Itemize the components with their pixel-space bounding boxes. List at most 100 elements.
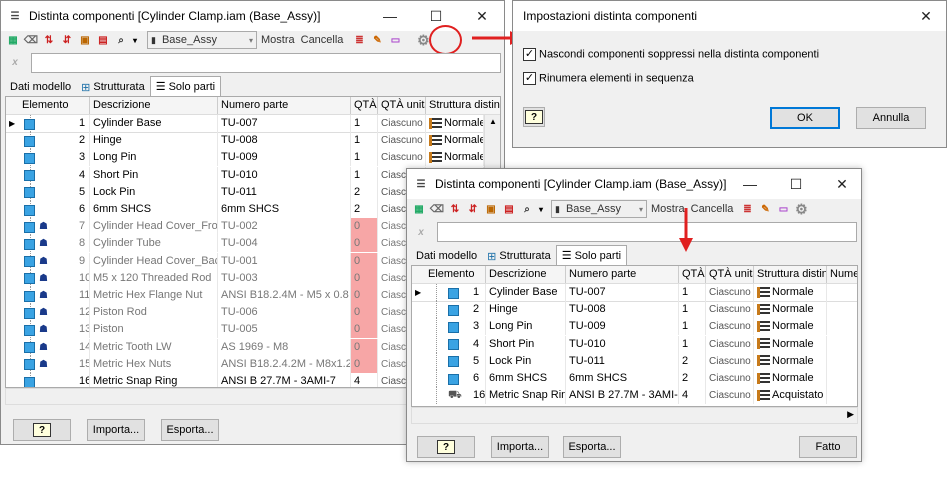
override-icon[interactable]: ✎ (757, 201, 773, 217)
tab-parts-only[interactable]: ☰ Solo parti (149, 76, 222, 96)
help-button[interactable]: ? (13, 419, 71, 441)
table-row[interactable]: 2 Hinge TU-008 1 Ciascuno Normale (412, 301, 857, 319)
purchased-structure-icon (757, 389, 770, 401)
dialog-close-button[interactable]: ✕ (903, 1, 946, 31)
option-renumber[interactable]: ✓ Rinumera elementi in sequenza (523, 72, 694, 85)
unit-qty-cell: Ciascuno (378, 149, 426, 167)
col-header-part-number[interactable]: Numero parte (566, 266, 679, 284)
part-icon (24, 204, 35, 216)
col-header-qty[interactable]: QTÀ (351, 97, 378, 115)
export-icon[interactable]: ▤ (501, 201, 517, 217)
find-icon[interactable]: ⌕ (519, 201, 535, 217)
col-header-number[interactable]: Numero (827, 266, 857, 284)
help-icon: ? (437, 440, 455, 454)
scrollbar-horizontal[interactable]: ▶ (411, 407, 858, 424)
eraser-icon[interactable]: ⌫ (429, 201, 445, 217)
close-button[interactable]: ✕ (819, 169, 861, 199)
close-button[interactable]: ✕ (459, 1, 504, 31)
col-header-description[interactable]: Descrizione (90, 97, 218, 115)
cube-icon (24, 273, 35, 285)
col-header-unit-qty[interactable]: QTÀ unità (706, 266, 754, 284)
cube-icon (24, 187, 35, 199)
bom-struct-icon[interactable]: ≣ (351, 32, 367, 48)
export-button[interactable]: Esporta... (161, 419, 219, 441)
table-row[interactable]: 66mm SHCS6mm SHCS2CiascunoNormale (412, 370, 857, 387)
col-header-qty[interactable]: QTÀ (679, 266, 706, 284)
col-header-description[interactable]: Descrizione (486, 266, 566, 284)
import-button[interactable]: Importa... (491, 436, 549, 458)
tab-model-data[interactable]: Dati modello (411, 247, 482, 265)
combo-value: Base_Assy (161, 34, 217, 46)
sort-asc-icon[interactable]: ⇅ (41, 32, 57, 48)
table-row[interactable]: ▶ 1 Cylinder Base TU-007 1 Ciascuno Normale (6, 114, 500, 133)
chevron-down-icon[interactable]: ▾ (131, 32, 139, 48)
tab-structured[interactable]: ⊞ Strutturata (76, 78, 150, 96)
formula-bar[interactable] (31, 53, 501, 73)
col-header-unit-qty[interactable]: QTÀ unità (378, 97, 426, 115)
renumber-icon[interactable]: ▣ (77, 32, 93, 48)
tab-structured[interactable]: ⊞ Strutturata (482, 247, 556, 265)
settings-icon[interactable]: ⚙ (793, 201, 809, 217)
table-row[interactable]: 3 Long Pin TU-009 1 Ciascuno Normale (412, 318, 857, 336)
export-icon[interactable]: ▤ (95, 32, 111, 48)
col-header-bom-structure[interactable]: Struttura distinta (426, 97, 500, 115)
col-header-item[interactable]: Elemento (412, 266, 486, 284)
renumber-icon[interactable]: ▣ (483, 201, 499, 217)
cancel-button[interactable]: Cancella (299, 34, 346, 46)
table-row[interactable]: ⛟ 16 Metric Snap Ring ANSI B 27.7M - 3AMI-7… (412, 387, 857, 405)
table-row[interactable]: 4Short PinTU-0101Ciascuno Normale (412, 335, 857, 353)
view-rep-combo[interactable]: ▮ Base_Assy ▾ (147, 31, 257, 49)
checkbox-hide-suppressed[interactable]: ✓ (523, 48, 536, 61)
table-icon[interactable]: ▦ (5, 32, 21, 48)
done-button[interactable]: Fatto (799, 436, 857, 458)
qty-cell: 0 (351, 287, 378, 304)
table-icon[interactable]: ▦ (411, 201, 427, 217)
override-icon[interactable]: ✎ (369, 32, 385, 48)
description-cell: Lock Pin (90, 183, 218, 201)
table-row[interactable]: ▶ 1 Cylinder Base TU-007 1 Ciascuno Normale (412, 283, 857, 302)
ok-button[interactable]: OK (770, 107, 840, 129)
column-icon[interactable]: ▭ (387, 32, 403, 48)
help-button[interactable]: ? (417, 436, 475, 458)
show-button[interactable]: Mostra (259, 34, 297, 46)
part-number-cell: TU-009 (566, 318, 679, 336)
table-row[interactable]: 2 Hinge TU-008 1 Ciascuno Normale (6, 132, 500, 150)
col-header-part-number[interactable]: Numero parte (218, 97, 351, 115)
combo-value: Base_Assy (565, 203, 621, 215)
scroll-right-arrow-icon[interactable]: ▶ (847, 409, 854, 420)
table-row[interactable]: 5Lock PinTU-0112Ciascuno Normale (412, 352, 857, 370)
minimize-button[interactable]: — (727, 169, 773, 199)
minimize-button[interactable]: — (367, 1, 413, 31)
item-number: 5 (76, 183, 90, 201)
normal-structure-icon (757, 286, 770, 298)
eraser-icon[interactable]: ⌫ (23, 32, 39, 48)
export-button[interactable]: Esporta... (563, 436, 621, 458)
chevron-down-icon[interactable]: ▾ (537, 201, 545, 217)
dialog-help-button[interactable]: ? (523, 107, 545, 127)
qty-cell: 1 (351, 115, 378, 132)
sort-desc-icon[interactable]: ⇵ (59, 32, 75, 48)
tab-model-data[interactable]: Dati modello (5, 78, 76, 96)
sort-asc-icon[interactable]: ⇅ (447, 201, 463, 217)
find-icon[interactable]: ⌕ (113, 32, 129, 48)
col-header-item[interactable]: Elemento (6, 97, 90, 115)
bom-struct-icon[interactable]: ≣ (739, 201, 755, 217)
part-number-cell: TU-004 (218, 235, 351, 253)
tab-parts-only-label: Solo parti (168, 80, 216, 93)
table-row[interactable]: 3 Long Pin TU-009 1 Ciascuno Normale (6, 149, 500, 167)
part-icon (24, 170, 35, 182)
maximize-button[interactable]: ☐ (773, 169, 819, 199)
option-hide-suppressed[interactable]: ✓ Nascondi componenti soppressi nella dis… (523, 48, 819, 61)
annulla-button[interactable]: Annulla (856, 107, 926, 129)
part-icon (24, 342, 35, 354)
formula-bar[interactable] (437, 222, 857, 242)
checkbox-renumber[interactable]: ✓ (523, 72, 536, 85)
tab-parts-only[interactable]: ☰ Solo parti (555, 245, 628, 265)
sort-desc-icon[interactable]: ⇵ (465, 201, 481, 217)
view-rep-combo[interactable]: ▮ Base_Assy ▾ (551, 200, 647, 218)
col-header-bom-structure[interactable]: Struttura distinta (754, 266, 827, 284)
column-icon[interactable]: ▭ (775, 201, 791, 217)
unit-qty-cell: Ciascuno (378, 132, 426, 150)
scroll-up-arrow-icon[interactable]: ▲ (485, 115, 500, 129)
import-button[interactable]: Importa... (87, 419, 145, 441)
